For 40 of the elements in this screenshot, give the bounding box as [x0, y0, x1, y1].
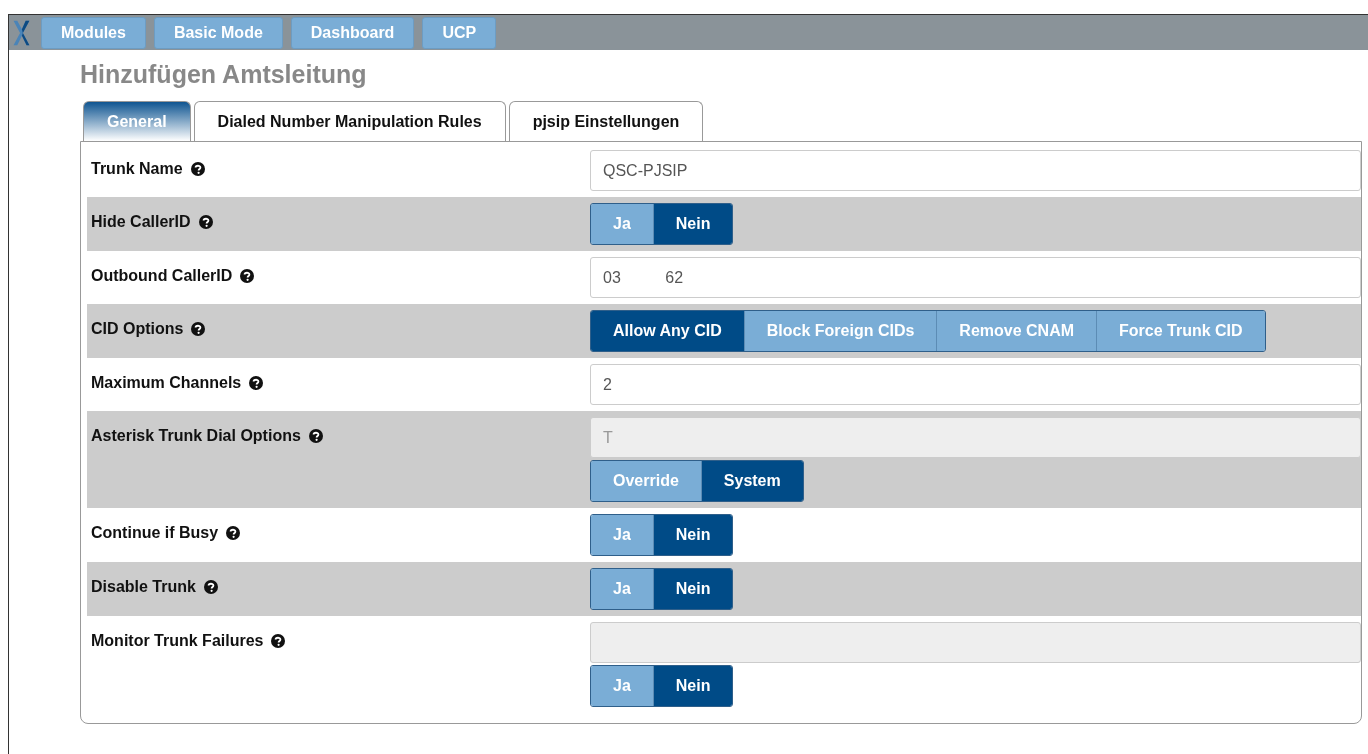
- tab[interactable]: pjsip Einstellungen: [508, 101, 704, 141]
- logo-icon: [11, 18, 31, 47]
- field-label: Trunk Name: [91, 160, 183, 178]
- help-icon[interactable]: [226, 526, 241, 540]
- nav-button[interactable]: UCP: [422, 16, 497, 49]
- nav-button[interactable]: Dashboard: [290, 16, 415, 49]
- toggle-option[interactable]: Ja: [591, 569, 653, 609]
- field-label: Continue if Busy: [91, 524, 219, 542]
- help-icon[interactable]: [203, 580, 218, 594]
- toggle-option[interactable]: Force Trunk CID: [1096, 311, 1265, 351]
- tab[interactable]: Dialed Number Manipulation Rules: [193, 101, 506, 141]
- toggle-option[interactable]: Ja: [591, 515, 653, 555]
- field-label: Hide CallerID: [91, 213, 191, 231]
- help-icon[interactable]: [271, 634, 286, 648]
- help-icon[interactable]: [191, 322, 206, 336]
- field-label: CID Options: [91, 320, 184, 338]
- page-title: Hinzufügen Amtsleitung: [80, 60, 368, 89]
- toggle-option[interactable]: Nein: [652, 204, 733, 244]
- help-icon[interactable]: [190, 162, 205, 176]
- input-field[interactable]: 2: [590, 364, 1361, 405]
- tab[interactable]: General: [83, 101, 191, 141]
- field-label: Outbound CallerID: [91, 267, 233, 285]
- field-label: Disable Trunk: [91, 578, 196, 596]
- toggle-option[interactable]: Ja: [591, 204, 653, 244]
- toggle-option[interactable]: Nein: [652, 569, 733, 609]
- help-icon[interactable]: [308, 429, 323, 443]
- field-label: Asterisk Trunk Dial Options: [91, 427, 301, 445]
- toggle-option[interactable]: Block Foreign CIDs: [743, 311, 937, 351]
- help-icon[interactable]: [249, 376, 264, 390]
- input-field[interactable]: QSC-PJSIP: [590, 150, 1361, 191]
- help-icon[interactable]: [198, 215, 213, 229]
- help-icon[interactable]: [240, 269, 255, 283]
- field-label: Maximum Channels: [91, 374, 242, 392]
- toggle-option[interactable]: Remove CNAM: [936, 311, 1096, 351]
- field-label: Monitor Trunk Failures: [91, 632, 264, 650]
- toggle-option[interactable]: Nein: [652, 515, 733, 555]
- toggle-option[interactable]: Allow Any CID: [591, 311, 744, 351]
- nav-button[interactable]: Basic Mode: [153, 16, 283, 49]
- nav-button[interactable]: Modules: [41, 16, 146, 49]
- input-field[interactable]: 03 62: [590, 257, 1361, 298]
